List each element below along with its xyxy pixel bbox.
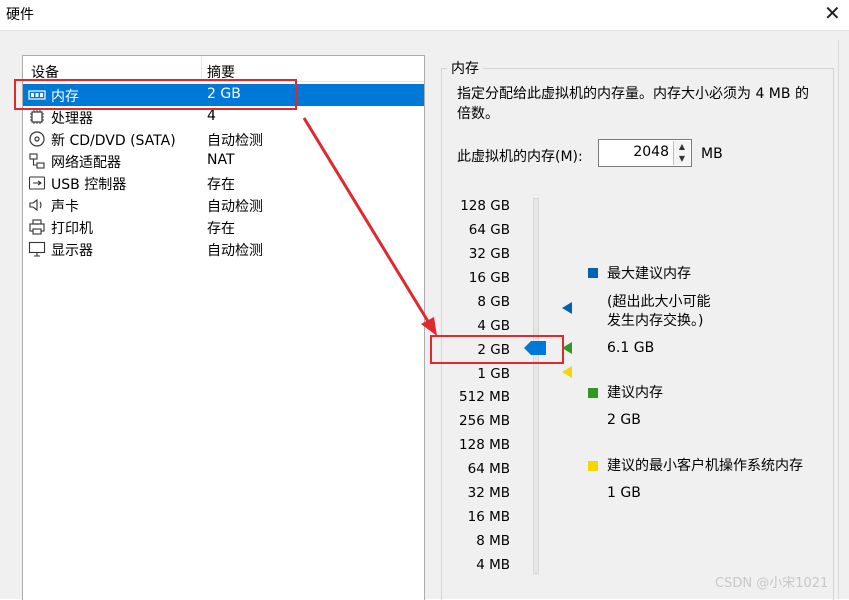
memory-slider-track[interactable] [533,198,539,574]
max-legend-square-icon [588,268,598,278]
min-guest-marker-icon [562,366,572,378]
scale-label: 4 MB [476,557,510,573]
window-title: 硬件 [6,7,34,23]
scale-label: 8 GB [477,294,510,310]
device-summary: 4 [207,108,216,124]
device-name: 显示器 [51,243,93,259]
watermark: CSDN @小宋1021 [715,576,829,591]
memory-size-stepper[interactable]: 2048 ▲ ▼ [598,139,692,167]
scale-label: 16 MB [467,509,510,525]
recommended-legend-square-icon [588,388,598,398]
scale-label: 16 GB [468,270,510,286]
scale-label: 8 MB [476,533,510,549]
scale-label: 128 MB [459,437,510,453]
recommended-legend-title: 建议内存 [607,385,663,401]
memory-description: 指定分配给此虚拟机的内存量。内存大小必须为 4 MB 的倍数。 [457,86,809,122]
close-icon[interactable]: ✕ [824,2,841,24]
max-legend-note: 发生内存交换。) [607,313,704,329]
device-summary: NAT [207,152,235,168]
max-legend-title: 最大建议内存 [607,266,691,282]
min-guest-legend-value: 1 GB [607,485,641,501]
scale-label: 64 GB [468,222,510,238]
divider [0,30,849,31]
spin-down-icon[interactable]: ▼ [673,153,690,165]
device-row-network-adapter[interactable]: 网络适配器 NAT [23,150,424,172]
scale-label: 512 MB [459,389,510,405]
speaker-icon [29,198,42,212]
device-row-printer[interactable]: 打印机 存在 [23,216,424,238]
memory-size-input[interactable]: 2048 [599,144,669,160]
column-divider[interactable] [201,56,202,81]
device-name: 处理器 [51,111,93,127]
device-name: 声卡 [51,199,79,215]
device-row-display[interactable]: 显示器 自动检测 [23,238,424,260]
device-summary: 自动检测 [207,133,263,149]
max-legend-note: (超出此大小可能 [607,294,711,310]
device-summary: 存在 [207,177,235,193]
divider [838,40,839,599]
device-row-usb-controller[interactable]: USB 控制器 存在 [23,172,424,194]
device-row-sound-card[interactable]: 声卡 自动检测 [23,194,424,216]
max-recommended-marker-icon [562,302,572,314]
max-legend-value: 6.1 GB [607,340,655,356]
scale-label: 4 GB [477,318,510,334]
device-row-cd-dvd[interactable]: 新 CD/DVD (SATA) 自动检测 [23,128,424,150]
network-adapter-icon [29,153,45,169]
device-name: 新 CD/DVD (SATA) [51,133,176,149]
device-summary: 自动检测 [207,243,263,259]
min-guest-legend-title: 建议的最小客户机操作系统内存 [607,458,803,474]
cd-dvd-icon [29,131,45,147]
device-name: 网络适配器 [51,155,121,171]
device-summary: 自动检测 [207,199,263,215]
scale-label: 32 MB [467,485,510,501]
memory-group-title: 内存 [447,58,483,78]
scale-label: 64 MB [467,461,510,477]
annotation-box-2gb [430,335,564,364]
title-bar: 硬件 ✕ [0,0,849,30]
device-list[interactable]: 设备 摘要 内存 2 GB 处理器 4 新 CD/DVD (SATA) 自动检测 [22,55,425,600]
scale-label: 128 GB [460,198,510,214]
device-summary: 存在 [207,221,235,237]
device-name: 打印机 [51,221,93,237]
scale-label: 256 MB [459,413,510,429]
printer-icon [29,219,45,235]
scale-label: 32 GB [468,246,510,262]
annotation-box-memory-row [14,79,297,110]
scale-label: 1 GB [477,366,510,382]
memory-unit: MB [701,146,723,162]
memory-input-label: 此虚拟机的内存(M): [457,149,583,165]
cpu-icon [30,110,44,124]
usb-icon [28,176,46,190]
recommended-legend-value: 2 GB [607,412,641,428]
min-guest-legend-square-icon [588,461,598,471]
device-name: USB 控制器 [51,177,127,193]
monitor-icon [28,241,46,257]
